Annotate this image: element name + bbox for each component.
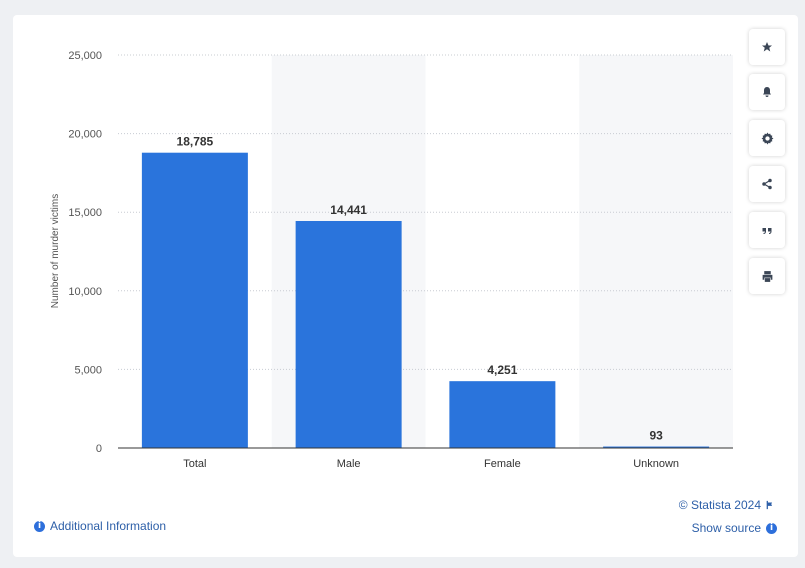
info-icon: i bbox=[34, 520, 45, 532]
settings-button[interactable] bbox=[749, 120, 785, 156]
y-tick-label: 15,000 bbox=[68, 207, 102, 219]
credit-text: © Statista 2024 bbox=[678, 498, 761, 512]
y-axis-label: Number of murder victims bbox=[50, 194, 61, 308]
notification-button[interactable] bbox=[749, 74, 785, 110]
y-tick-label: 5,000 bbox=[74, 364, 102, 376]
y-tick-label: 10,000 bbox=[68, 286, 102, 298]
x-tick-label: Female bbox=[484, 458, 521, 470]
additional-information-link[interactable]: i Additional Information bbox=[34, 519, 166, 533]
bell-icon bbox=[763, 87, 771, 97]
y-tick-label: 0 bbox=[96, 443, 102, 455]
gear-icon bbox=[761, 132, 773, 144]
print-icon bbox=[762, 270, 772, 282]
show-source-link[interactable]: Show source i bbox=[692, 521, 777, 535]
show-source-text: Show source bbox=[691, 521, 761, 535]
bar-value-label: 93 bbox=[649, 429, 663, 443]
additional-information-text: Additional Information bbox=[50, 519, 167, 533]
bar-value-label: 18,785 bbox=[177, 135, 214, 149]
y-tick-label: 25,000 bbox=[68, 50, 102, 62]
bar bbox=[449, 381, 556, 448]
star-icon bbox=[762, 42, 772, 52]
info-icon: i bbox=[766, 522, 777, 534]
print-button[interactable] bbox=[749, 258, 785, 294]
bar-value-label: 4,251 bbox=[487, 363, 517, 377]
x-tick-label: Unknown bbox=[633, 458, 679, 470]
category-band bbox=[579, 55, 733, 448]
bar-chart: 18,785 14,441 4,251 93 0 5,000 10,000 15,000 20… bbox=[50, 50, 733, 470]
bar-value-label: 14,441 bbox=[330, 203, 367, 217]
share-icon bbox=[762, 178, 772, 190]
bar bbox=[295, 220, 402, 448]
bar bbox=[141, 152, 248, 448]
share-button[interactable] bbox=[749, 166, 785, 202]
flag-icon bbox=[766, 500, 773, 510]
x-tick-label: Male bbox=[337, 458, 361, 470]
statista-credit[interactable]: © Statista 2024 bbox=[679, 498, 775, 512]
x-tick-label: Total bbox=[183, 458, 206, 470]
cite-button[interactable] bbox=[749, 212, 785, 248]
favorite-button[interactable] bbox=[749, 29, 785, 65]
y-tick-label: 20,000 bbox=[68, 129, 102, 141]
quote-icon bbox=[762, 228, 772, 234]
